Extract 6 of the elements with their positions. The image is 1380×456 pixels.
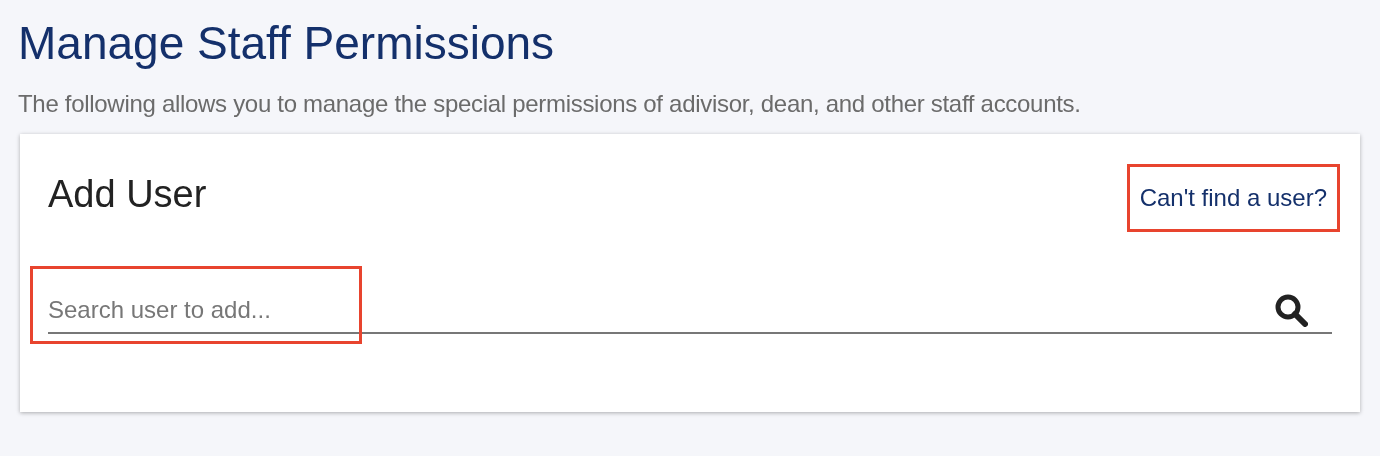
page-description: The following allows you to manage the special permissions of adivisor, dean, and other staff accounts. <box>18 89 1082 119</box>
card-title: Add User <box>48 172 207 217</box>
search-field[interactable]: Search user to add... <box>48 293 1274 333</box>
help-link[interactable]: Can't find a user? <box>1139 184 1327 211</box>
page-title: Manage Staff Permissions <box>18 16 556 71</box>
search-icon[interactable] <box>1274 293 1308 327</box>
